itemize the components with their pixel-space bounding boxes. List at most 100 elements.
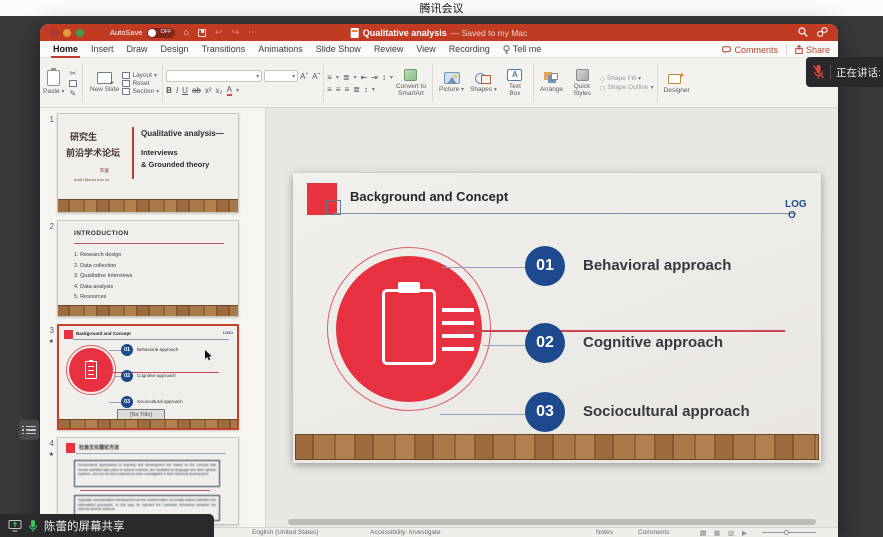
quick-styles-button[interactable]: Quick Styles: [566, 59, 598, 107]
save-icon[interactable]: [198, 29, 206, 37]
item-number-2: 02: [525, 323, 565, 363]
document-name: Qualitative analysis: [363, 28, 447, 38]
section-button[interactable]: Section▾: [122, 88, 159, 95]
screen-share-icon: [8, 519, 22, 532]
normal-view-icon[interactable]: ▤: [700, 529, 706, 537]
tab-animations[interactable]: Animations: [258, 44, 303, 54]
maximize-button[interactable]: [76, 29, 84, 37]
red-circle: [336, 256, 482, 402]
tab-draw[interactable]: Draw: [127, 44, 148, 54]
reading-view-icon[interactable]: ▥: [728, 529, 734, 537]
numbering-button[interactable]: ≣: [343, 73, 350, 82]
clipboard-icon: [85, 361, 97, 379]
home-icon[interactable]: ⌂: [184, 28, 189, 37]
tab-insert[interactable]: Insert: [91, 44, 114, 54]
toggle-knob: [148, 29, 156, 37]
divider: [74, 243, 224, 244]
more-icon[interactable]: ⋯: [248, 28, 257, 37]
sorter-view-icon[interactable]: ▦: [714, 529, 720, 537]
bold-button[interactable]: B: [166, 86, 172, 95]
tab-view[interactable]: View: [416, 44, 435, 54]
font-name-select[interactable]: ▾: [166, 70, 262, 82]
align-left-button[interactable]: ≡: [327, 85, 332, 94]
arrange-button[interactable]: Arrange: [537, 59, 566, 107]
outdent-button[interactable]: ⇤: [361, 73, 368, 82]
share-link-icon[interactable]: [817, 27, 828, 37]
slideshow-icon[interactable]: ▶: [742, 529, 747, 537]
reset-button[interactable]: Reset: [122, 80, 159, 87]
paste-button[interactable]: Paste ▾: [40, 59, 67, 107]
picture-button[interactable]: Picture ▾: [436, 59, 467, 107]
microphone-muted-icon[interactable]: [812, 64, 825, 80]
font-color-button[interactable]: A: [227, 85, 232, 96]
red-line: [80, 490, 210, 491]
list-item: 4. Data analysis: [74, 282, 132, 293]
designer-button[interactable]: ✦ Designer: [661, 59, 693, 107]
align-center-button[interactable]: ≡: [336, 85, 341, 94]
speaking-indicator-panel[interactable]: 正在讲话:: [806, 57, 883, 87]
window-titlebar: AutoSave OFF ⌂ ↩ ↪ ⋯ Qualitative analysi…: [40, 24, 838, 41]
horizontal-scrollbar[interactable]: [288, 519, 816, 525]
slide-2-thumbnail[interactable]: INTRODUCTION 1. Research design 2. Data …: [57, 220, 239, 317]
line-spacing-button[interactable]: ↕: [382, 73, 386, 82]
tab-design[interactable]: Design: [161, 44, 189, 54]
comments-button[interactable]: Comments: [722, 45, 778, 55]
minimize-button[interactable]: [63, 29, 71, 37]
format-painter-icon[interactable]: ✎: [69, 88, 77, 99]
bullets-button[interactable]: ≡: [327, 73, 332, 82]
italic-button[interactable]: I: [176, 86, 178, 95]
logo-text: LOG O: [785, 199, 813, 221]
copy-icon[interactable]: [69, 80, 77, 87]
text-direction-button[interactable]: ↕: [364, 85, 368, 94]
language-status[interactable]: English (United States): [252, 529, 318, 536]
list-item: 3. Qualitative Interviews: [74, 271, 132, 282]
shape-fill-button[interactable]: ◇Shape Fill▾: [600, 75, 654, 83]
tab-transitions[interactable]: Transitions: [202, 44, 246, 54]
lightbulb-icon: [503, 45, 510, 54]
autosave-switch[interactable]: OFF: [147, 28, 175, 38]
screen-share-banner[interactable]: 陈蕾的屏幕共享: [0, 514, 214, 537]
new-slide-button[interactable]: New Slide: [86, 59, 122, 107]
redo-icon[interactable]: ↪: [232, 28, 240, 37]
tab-recording[interactable]: Recording: [449, 44, 490, 54]
layout-button[interactable]: Layout▾: [122, 72, 159, 79]
shape-outline-button[interactable]: ◻Shape Outline▾: [600, 84, 654, 92]
tab-slide-show[interactable]: Slide Show: [316, 44, 361, 54]
current-slide[interactable]: Background and Concept LOG O: [293, 173, 821, 463]
font-size-select[interactable]: ▾: [264, 70, 298, 82]
justify-button[interactable]: ≣: [353, 85, 360, 94]
accessibility-status[interactable]: Accessibility: Investigate: [370, 529, 440, 536]
subscript-button[interactable]: x₂: [216, 86, 223, 95]
zoom-slider[interactable]: [762, 532, 816, 533]
align-right-button[interactable]: ≡: [345, 85, 350, 94]
strikethrough-button[interactable]: ab: [192, 86, 201, 95]
tab-home[interactable]: Home: [53, 44, 78, 54]
text-box-button[interactable]: A Text Box: [500, 59, 530, 107]
slide-3-thumbnail[interactable]: Background and Concept LOGO: [57, 324, 239, 430]
autosave-toggle[interactable]: AutoSave OFF: [110, 28, 175, 38]
indent-button[interactable]: ⇥: [371, 73, 378, 82]
item-number-1: 01: [525, 246, 565, 286]
tell-me-button[interactable]: Tell me: [503, 44, 542, 54]
underline-button[interactable]: U: [182, 86, 188, 95]
shrink-font-button[interactable]: Aˇ: [312, 72, 320, 81]
comments-status-button[interactable]: Comments: [638, 529, 669, 536]
grow-font-button[interactable]: Aˆ: [300, 72, 308, 81]
search-icon[interactable]: [798, 27, 808, 37]
autosave-state: OFF: [161, 29, 172, 35]
shapes-button[interactable]: Shapes ▾: [467, 59, 500, 107]
tab-review[interactable]: Review: [374, 44, 404, 54]
close-button[interactable]: [50, 29, 58, 37]
zoom-slider-knob[interactable]: [784, 530, 789, 535]
convert-smartart-button[interactable]: Convert toSmartArt: [393, 59, 429, 107]
slide-1-thumbnail[interactable]: 研究生 前沿学术论坛 陈蕾 lezi87@smu.edu.cn Qualitat…: [57, 113, 239, 213]
share-button[interactable]: Share: [795, 45, 830, 55]
slide-4-thumbnail[interactable]: 社会文化理论方法 Sociocultural approaches to lea…: [57, 437, 239, 525]
notes-button[interactable]: Notes: [596, 529, 613, 536]
comment-icon: [722, 46, 731, 54]
cut-icon[interactable]: ✂: [69, 68, 77, 79]
meeting-list-button[interactable]: [19, 420, 39, 440]
undo-icon[interactable]: ↩: [215, 28, 223, 37]
superscript-button[interactable]: x²: [205, 86, 212, 95]
picture-icon: [444, 72, 460, 84]
